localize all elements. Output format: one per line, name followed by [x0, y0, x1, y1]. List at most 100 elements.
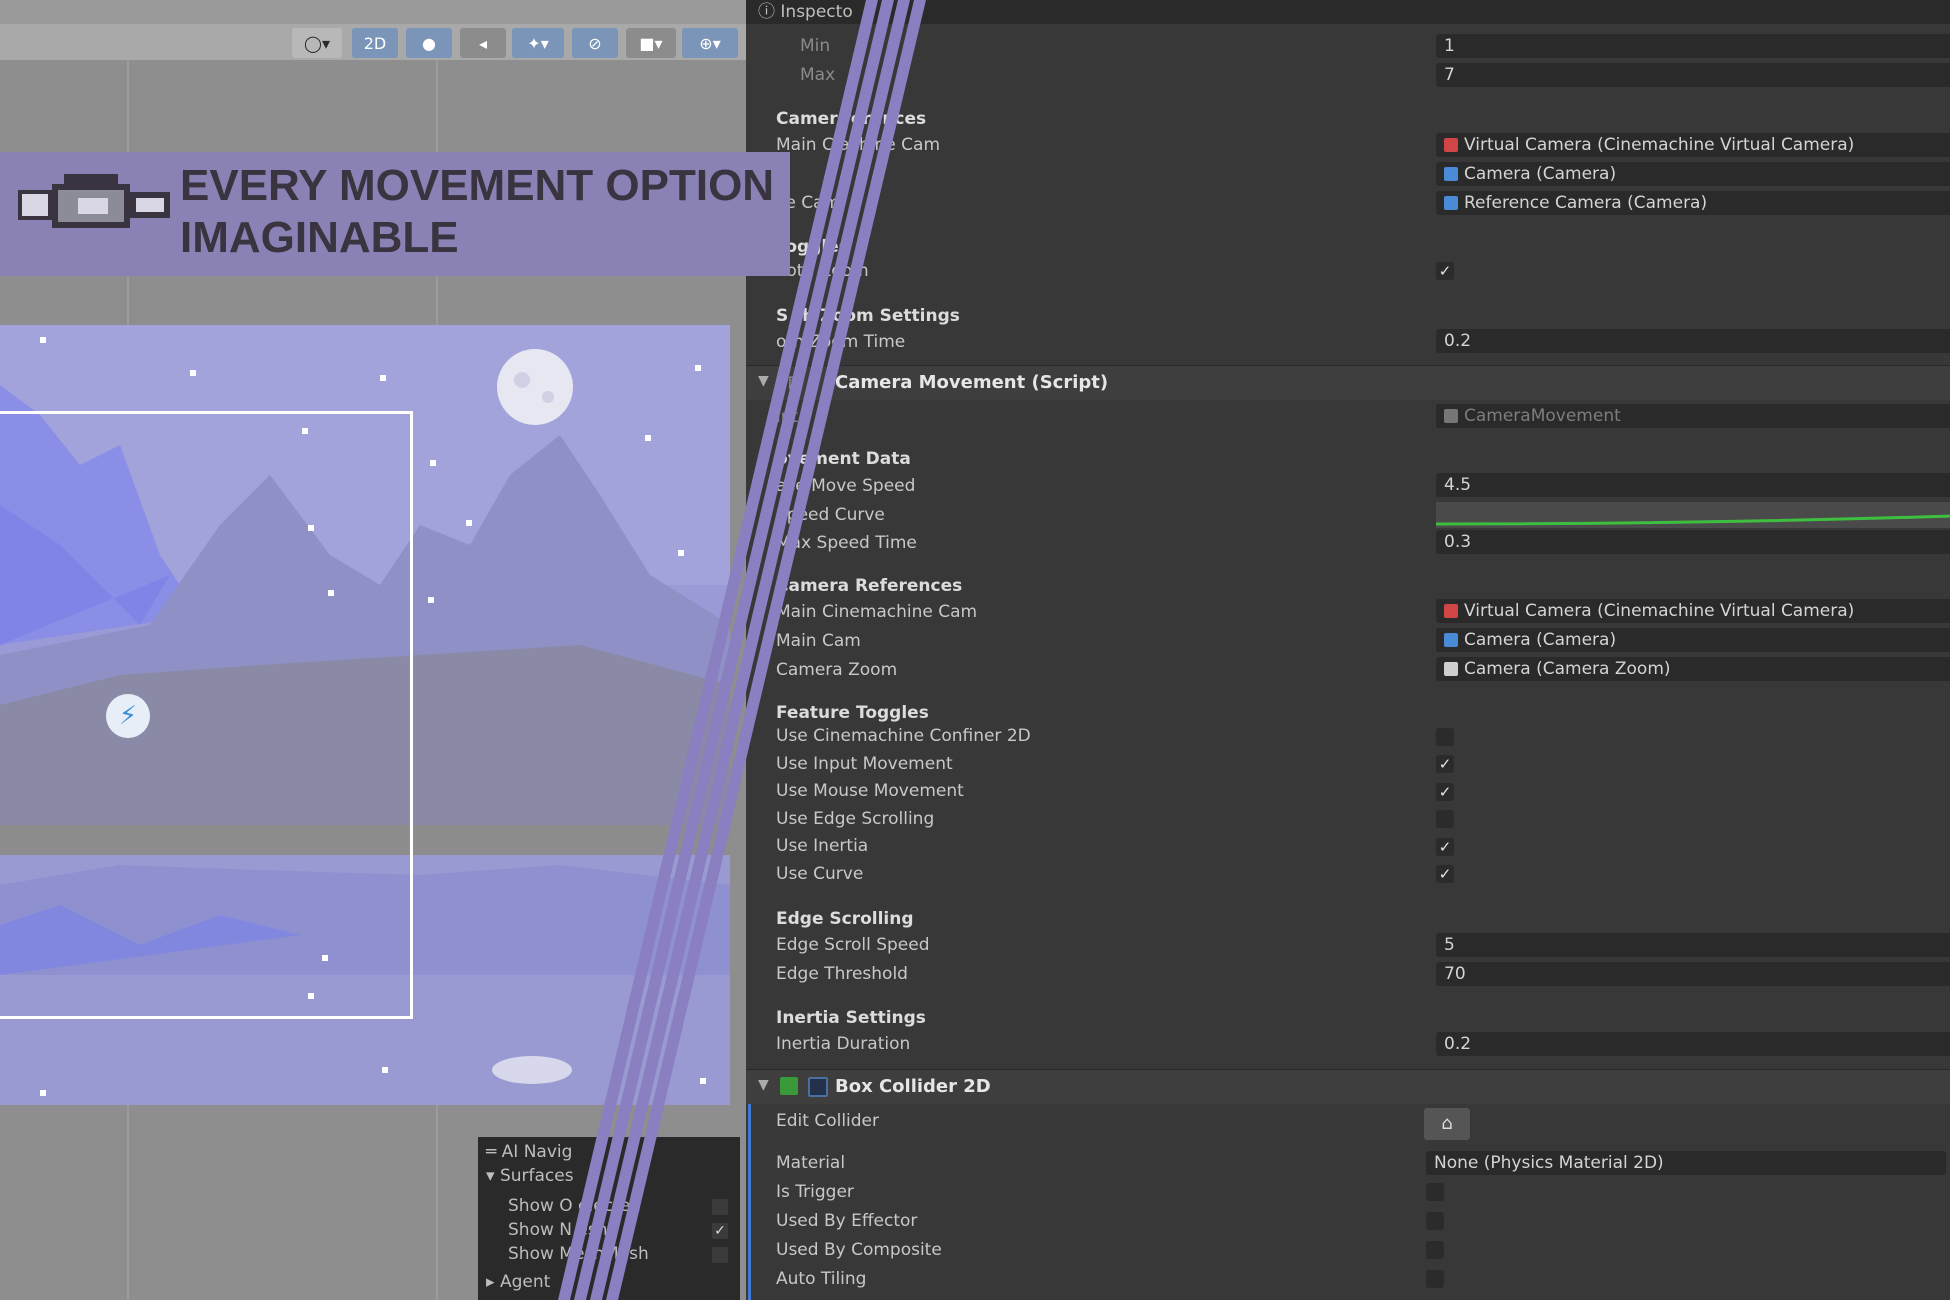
ai-nav-header: ═ AI Navig — [486, 1141, 572, 1163]
use-inertia-label: Use Inertia — [776, 836, 869, 856]
draw-mode-dropdown[interactable]: ◯▾ — [292, 28, 342, 58]
selection-indicator — [748, 1104, 751, 1300]
banner-title: EVERY MOVEMENT OPTION IMAGINABLE — [180, 161, 775, 262]
edge-scroll-speed-field[interactable]: 5 — [1436, 933, 1950, 957]
gizmos-dropdown[interactable]: ⊕▾ — [682, 28, 738, 58]
agents-label: Agent — [499, 1272, 551, 1292]
mode-2d-button[interactable]: 2D — [352, 28, 398, 58]
lightning-gizmo-icon[interactable]: ⚡ — [106, 694, 150, 738]
show-heightmesh-checkbox[interactable] — [712, 1247, 728, 1263]
main-cam-field[interactable]: Camera (Camera) — [1436, 628, 1950, 652]
use-mouse-movement-checkbox[interactable]: ✓ — [1436, 783, 1454, 801]
max-field[interactable]: 7 — [1436, 63, 1950, 87]
drag-handle-icon[interactable]: ═ — [486, 1142, 496, 1162]
box-collider-component-header[interactable]: ▼ Box Collider 2D — [746, 1069, 1950, 1104]
ai-navigation-overlay[interactable]: ═ AI Navig ▾ Surfaces Show O elected Sho… — [478, 1137, 740, 1300]
show-only-selected-checkbox[interactable] — [712, 1199, 728, 1215]
effects-dropdown[interactable]: ✦▾ — [512, 28, 564, 58]
use-cinemachine-confiner-checkbox[interactable] — [1436, 728, 1454, 746]
max-label: Max — [800, 65, 836, 85]
audio-toggle[interactable]: ◂ — [460, 28, 506, 58]
field-value: Camera (Camera) — [1464, 164, 1617, 184]
enabled-checkbox[interactable] — [808, 1077, 828, 1097]
camera-icon — [1444, 167, 1458, 181]
camera-bounds-rect[interactable] — [0, 411, 413, 1019]
edit-collider-icon: ⌂ — [1441, 1113, 1453, 1134]
auto-tiling-label: Auto Tiling — [776, 1269, 867, 1289]
cinemachine-icon — [1444, 138, 1458, 152]
used-by-composite-checkbox[interactable] — [1426, 1241, 1444, 1259]
ai-nav-item-label: Show N esh — [508, 1220, 608, 1240]
smooth-zoom-checkbox[interactable]: ✓ — [1436, 262, 1454, 280]
smooth-zoom-settings-header: S th Zoom Settings — [776, 306, 960, 326]
main-cinemachine-cam-field[interactable]: Virtual Camera (Cinemachine Virtual Came… — [1436, 599, 1950, 623]
show-navmesh-checkbox[interactable]: ✓ — [712, 1223, 728, 1239]
is-trigger-checkbox[interactable] — [1426, 1183, 1444, 1201]
main-cinemachine-cam-field[interactable]: Virtual Camera (Cinemachine Virtual Came… — [1436, 133, 1950, 157]
edit-collider-button[interactable]: ⌂ — [1424, 1108, 1470, 1140]
inertia-settings-header: Inertia Settings — [776, 1008, 926, 1028]
script-field: CameraMovement — [1436, 404, 1950, 428]
inspector-tab[interactable]: ⓘ Inspecto — [758, 0, 853, 24]
field-value: CameraMovement — [1464, 406, 1621, 426]
feature-toggles-header: Feature Toggles — [776, 703, 929, 723]
reference-cam-field[interactable]: Reference Camera (Camera) — [1436, 191, 1950, 215]
camera-dropdown[interactable]: ■▾ — [626, 28, 676, 58]
used-by-effector-checkbox[interactable] — [1426, 1212, 1444, 1230]
scene-tab-strip — [0, 0, 746, 24]
speaker-icon: ◂ — [478, 33, 488, 53]
agents-foldout[interactable]: ▸ Agent — [486, 1271, 550, 1293]
info-icon: ⓘ — [758, 2, 775, 22]
field-value: Virtual Camera (Cinemachine Virtual Came… — [1464, 135, 1855, 155]
use-curve-checkbox[interactable]: ✓ — [1436, 865, 1454, 883]
inspector-title: Inspecto — [780, 2, 853, 22]
inertia-duration-field[interactable]: 0.2 — [1436, 1032, 1950, 1056]
gizmo-icon: ⊕▾ — [699, 33, 721, 53]
edit-collider-label: Edit Collider — [776, 1111, 880, 1131]
auto-tiling-checkbox[interactable] — [1426, 1270, 1444, 1288]
min-field[interactable]: 1 — [1436, 34, 1950, 58]
field-value: Virtual Camera (Cinemachine Virtual Came… — [1464, 601, 1855, 621]
smooth-zoom-time-field[interactable]: 0.2 — [1436, 329, 1950, 353]
lighting-toggle[interactable]: ● — [406, 28, 452, 58]
surfaces-foldout[interactable]: ▾ Surfaces — [486, 1165, 574, 1187]
camera-zoom-field[interactable]: Camera (Camera Zoom) — [1436, 657, 1950, 681]
visibility-toggle[interactable]: ⊘ — [572, 28, 618, 58]
camera-references-header: Camera References — [776, 576, 963, 596]
chevron-down-icon[interactable]: ▼ — [758, 1077, 769, 1093]
cinemachine-icon — [1444, 604, 1458, 618]
chevron-down-icon[interactable]: ▼ — [758, 373, 769, 389]
inertia-duration-label: Inertia Duration — [776, 1034, 911, 1054]
camera-icon: ■▾ — [639, 33, 663, 53]
ai-nav-title: AI Navig — [501, 1142, 573, 1162]
main-cinemachine-cam-label: Main C achine Cam — [776, 135, 941, 155]
edge-scroll-speed-label: Edge Scroll Speed — [776, 935, 930, 955]
hidden-eye-icon: ⊘ — [588, 33, 602, 53]
max-speed-time-field[interactable]: 0.3 — [1436, 530, 1950, 554]
material-field[interactable]: None (Physics Material 2D) — [1426, 1151, 1946, 1175]
box-collider-icon — [780, 1077, 798, 1095]
field-value: Camera (Camera) — [1464, 630, 1617, 650]
max-speed-time-label: Max Speed Time — [776, 533, 917, 553]
ai-nav-item-label: Show O elected — [508, 1196, 641, 1216]
component-title: Camera Movement (Script) — [835, 372, 1109, 393]
base-move-speed-field[interactable]: 4.5 — [1436, 473, 1950, 497]
use-edge-scrolling-label: Use Edge Scrolling — [776, 809, 935, 829]
camera-references-header: Camer ferences — [776, 109, 927, 129]
camera-movement-component-header[interactable]: ▼ ▣ ✓ Camera Movement (Script) — [746, 365, 1950, 400]
edge-threshold-field[interactable]: 70 — [1436, 962, 1950, 986]
used-by-composite-label: Used By Composite — [776, 1240, 942, 1260]
script-label: ipt — [776, 407, 799, 427]
use-edge-scrolling-checkbox[interactable] — [1436, 810, 1454, 828]
ai-nav-item-label: Show MeshMesh — [508, 1244, 649, 1264]
use-input-movement-checkbox[interactable]: ✓ — [1436, 755, 1454, 773]
scene-toolbar: ◯▾ 2D ● ◂ ✦▾ ⊘ ■▾ ⊕▾ — [0, 0, 746, 60]
chevron-right-icon: ▸ — [486, 1272, 495, 1292]
main-cam-field[interactable]: Camera (Camera) — [1436, 162, 1950, 186]
surfaces-label: Surfaces — [499, 1166, 574, 1186]
camera-icon — [1444, 196, 1458, 210]
movement-data-header: ovement Data — [776, 449, 911, 469]
speed-curve-field[interactable] — [1436, 502, 1950, 528]
use-inertia-checkbox[interactable]: ✓ — [1436, 838, 1454, 856]
enabled-checkbox[interactable]: ✓ — [810, 371, 823, 390]
